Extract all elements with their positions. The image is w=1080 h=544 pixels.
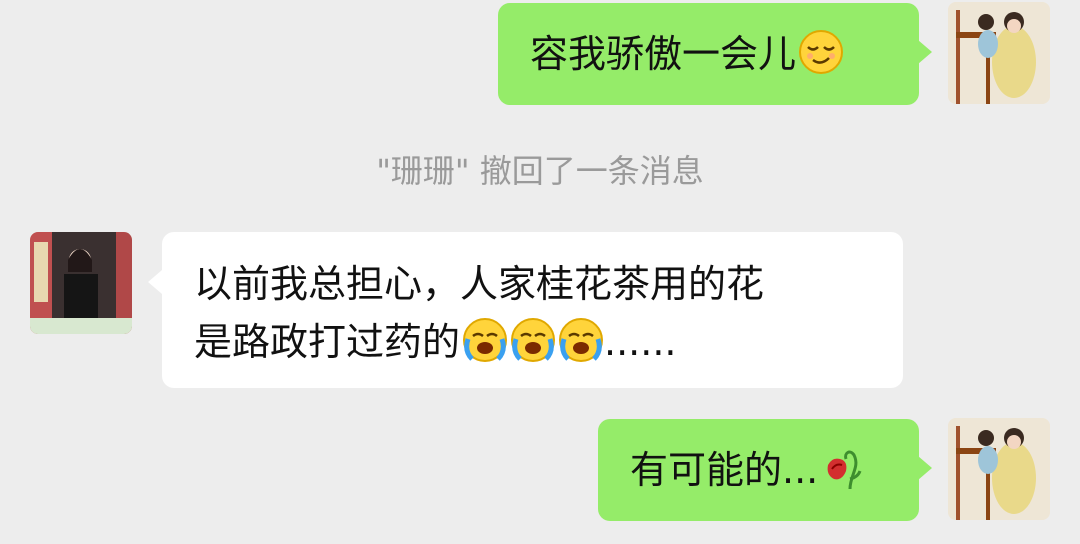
my-avatar[interactable] xyxy=(948,418,1050,520)
loudly-crying-face-icon xyxy=(510,317,556,363)
message-ellipsis: ...... xyxy=(604,320,677,364)
contact-avatar[interactable] xyxy=(30,232,132,334)
message-bubble-outgoing[interactable]: 容我骄傲一会儿 xyxy=(498,3,919,105)
message-text: 有可能的... xyxy=(630,448,819,492)
message-text-line-2: 是路政打过药的 xyxy=(194,320,461,364)
message-bubble-incoming[interactable]: 以前我总担心，人家桂花茶用的花 是路政打过药的...... xyxy=(162,232,903,388)
loudly-crying-face-icon xyxy=(558,317,604,363)
smirk-face-icon xyxy=(798,29,844,75)
message-text: 容我骄傲一会儿 xyxy=(530,32,797,76)
wilted-rose-icon xyxy=(820,445,866,491)
my-avatar[interactable] xyxy=(948,2,1050,104)
message-text-line-1: 以前我总担心，人家桂花茶用的花 xyxy=(194,262,765,306)
message-bubble-outgoing[interactable]: 有可能的... xyxy=(598,419,919,521)
recall-notice: "珊珊" 撤回了一条消息 xyxy=(376,152,704,190)
loudly-crying-face-icon xyxy=(462,317,508,363)
